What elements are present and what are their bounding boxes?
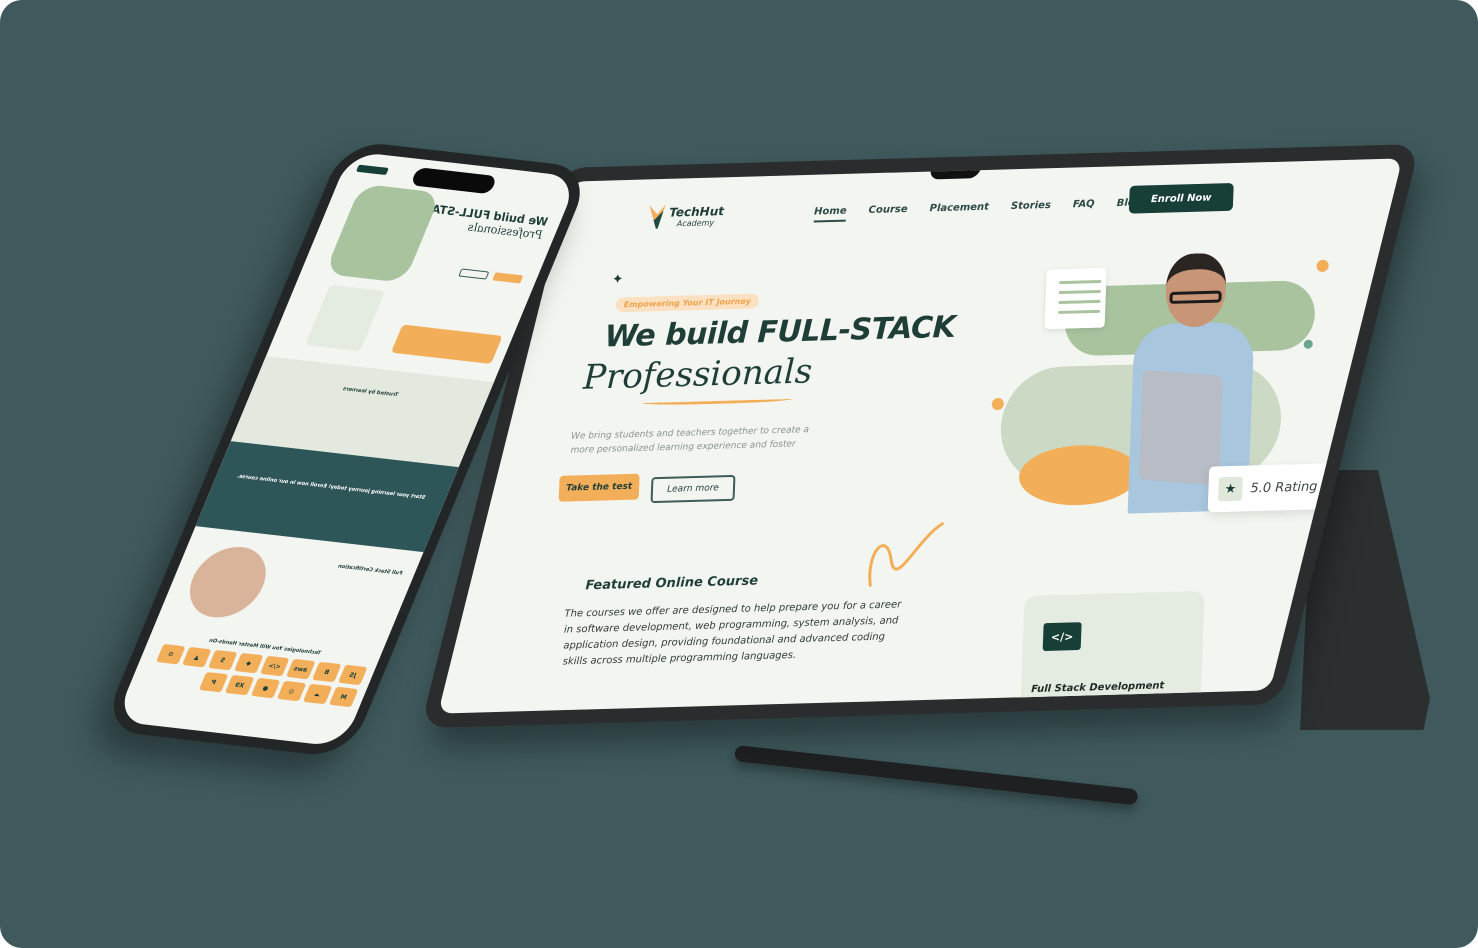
sparkle-icon: ✦ xyxy=(611,271,624,288)
logo-mark-icon xyxy=(649,205,666,229)
main-nav: Home Course Placement Stories FAQ Blog xyxy=(813,197,1142,223)
learn-more-button[interactable]: Learn more xyxy=(650,474,736,504)
phone-enroll-button[interactable] xyxy=(355,164,389,176)
course-card-title: Full Stack Development Course Full highl… xyxy=(1030,680,1165,709)
tablet-screen: TechHut Academy Home Course Placement Sto… xyxy=(437,158,1403,714)
tech-tile: ▲ xyxy=(182,646,212,668)
tagline-pill: Empowering Your IT Journey xyxy=(615,293,760,313)
mockup-background: TechHut Academy Home Course Placement Sto… xyxy=(0,0,1478,948)
star-icon: ★ xyxy=(1218,476,1243,502)
nav-faq[interactable]: FAQ xyxy=(1072,199,1095,216)
brand-name: TechHut xyxy=(669,203,725,220)
phone-learn-more-button[interactable] xyxy=(458,268,490,280)
stylus-pen xyxy=(734,745,1139,806)
phone-cert-title: Full Stack Certification xyxy=(336,563,404,577)
rating-badge: ★ 5.0 Rating xyxy=(1207,463,1334,513)
hero-illustration: ★ 5.0 Rating xyxy=(977,240,1334,527)
headline: We build FULL-STACK xyxy=(604,309,956,355)
nav-home[interactable]: Home xyxy=(813,205,847,223)
tech-tile: M xyxy=(328,686,359,708)
tech-tile: P xyxy=(198,671,229,693)
nav-stories[interactable]: Stories xyxy=(1011,200,1051,217)
phone-take-test-button[interactable] xyxy=(492,272,524,284)
headline-underline xyxy=(642,395,793,407)
nav-course[interactable]: Course xyxy=(868,204,907,221)
tech-tile: aws xyxy=(286,658,316,680)
enroll-now-button[interactable]: Enroll Now xyxy=(1128,182,1234,214)
brand-sub: Academy xyxy=(676,217,715,228)
take-test-button[interactable]: Take the test xyxy=(558,473,640,502)
tablet-device: TechHut Academy Home Course Placement Sto… xyxy=(420,143,1420,728)
tech-tile: 5 xyxy=(208,649,238,671)
tech-tile: B xyxy=(312,661,342,683)
rating-text: 5.0 Rating xyxy=(1250,479,1318,496)
featured-text: The courses we offer are designed to hel… xyxy=(562,599,902,668)
nav-placement[interactable]: Placement xyxy=(929,202,989,220)
tech-tile: ⚙ xyxy=(156,643,186,665)
logo[interactable]: TechHut Academy xyxy=(649,203,725,229)
headline-script: Professionals xyxy=(582,351,814,398)
squiggle-decoration xyxy=(868,522,944,587)
tech-tile: ◆ xyxy=(234,652,264,674)
course-card[interactable]: </> Full Stack Development Course Full h… xyxy=(1019,590,1205,714)
code-icon: </> xyxy=(1042,622,1082,652)
tech-tile: X9 xyxy=(224,674,255,696)
tech-tile: ◎ xyxy=(276,680,307,702)
tech-tile: JS xyxy=(338,664,368,686)
phone-hero-image xyxy=(324,183,442,283)
tech-tile: ☁ xyxy=(302,683,333,705)
featured-title: Featured Online Course xyxy=(585,573,759,594)
phone-woman-image xyxy=(178,543,278,622)
skills-card xyxy=(1044,267,1107,330)
phone-tech-section: Technologies You Will Master Hands-On JS… xyxy=(115,631,380,747)
tech-tile: ● xyxy=(250,677,281,699)
tech-tile: </> xyxy=(260,655,290,677)
hero-subtitle: We bring students and teachers together … xyxy=(570,425,810,456)
